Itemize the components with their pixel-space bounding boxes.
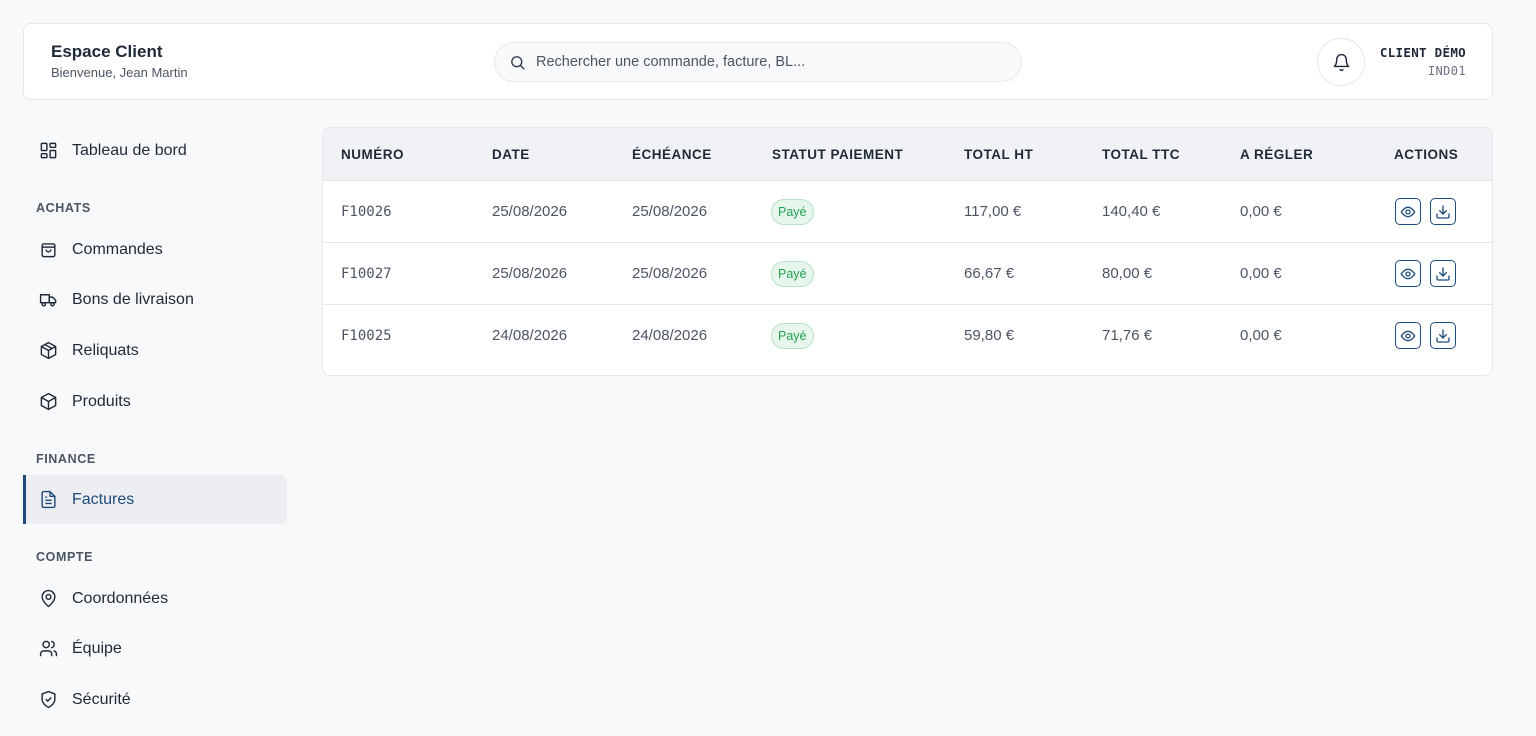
shopping-bag-icon: [41, 243, 56, 258]
bell-icon: [1333, 53, 1349, 71]
invoice-number: F10025: [341, 328, 392, 344]
sidebar-item-bons-livraison[interactable]: Bons de livraison: [23, 275, 287, 324]
sidebar-item-factures[interactable]: Factures: [23, 475, 287, 524]
invoice-due-date: 24/08/2026: [632, 327, 708, 344]
download-icon: [1436, 266, 1450, 281]
column-header-statut[interactable]: STATUT PAIEMENT: [772, 147, 903, 162]
sidebar-item-produits[interactable]: Produits: [23, 377, 287, 426]
total-ttc: 80,00 €: [1102, 265, 1153, 282]
column-header-total-ttc[interactable]: TOTAL TTC: [1102, 147, 1180, 162]
table-row[interactable]: F10025 24/08/2026 24/08/2026 Payé 59,80 …: [323, 305, 1492, 367]
column-header-date[interactable]: DATE: [492, 147, 530, 162]
sidebar-item-equipe[interactable]: Équipe: [23, 624, 287, 673]
total-ttc: 140,40 €: [1102, 203, 1161, 220]
section-label-achats: ACHATS: [36, 201, 91, 215]
download-button[interactable]: [1430, 198, 1456, 225]
view-button[interactable]: [1395, 322, 1421, 349]
invoice-date: 25/08/2026: [492, 203, 568, 220]
eye-icon: [1400, 330, 1416, 341]
sidebar-item-label: Tableau de bord: [72, 141, 187, 159]
brand: Espace Client Bienvenue, Jean Martin: [51, 42, 188, 80]
amount-due: 0,00 €: [1240, 327, 1282, 344]
sidebar-item-dashboard[interactable]: Tableau de bord: [23, 126, 287, 175]
notifications-button[interactable]: [1317, 38, 1365, 86]
top-header: Espace Client Bienvenue, Jean Martin CLI…: [23, 23, 1493, 100]
table-row[interactable]: F10026 25/08/2026 25/08/2026 Payé 117,00…: [323, 181, 1492, 243]
sidebar-item-label: Reliquats: [72, 341, 139, 359]
client-info[interactable]: CLIENT DÉMO IND01: [1380, 45, 1466, 78]
welcome-text: Bienvenue, Jean Martin: [51, 65, 188, 80]
invoices-table: NUMÉRO DATE ÉCHÉANCE STATUT PAIEMENT TOT…: [322, 127, 1493, 376]
view-button[interactable]: [1395, 198, 1421, 225]
total-ht: 59,80 €: [964, 327, 1015, 344]
amount-due: 0,00 €: [1240, 203, 1282, 220]
column-header-total-ht[interactable]: TOTAL HT: [964, 147, 1033, 162]
status-badge: Payé: [771, 199, 814, 225]
download-icon: [1436, 204, 1450, 219]
search-bar[interactable]: [494, 42, 1022, 82]
table-header: NUMÉRO DATE ÉCHÉANCE STATUT PAIEMENT TOT…: [323, 128, 1492, 181]
sidebar-item-label: Équipe: [72, 639, 122, 657]
app-title: Espace Client: [51, 42, 163, 61]
map-pin-icon: [41, 589, 56, 608]
column-header-echeance[interactable]: ÉCHÉANCE: [632, 147, 712, 162]
total-ht: 117,00 €: [964, 203, 1022, 220]
invoice-date: 24/08/2026: [492, 327, 568, 344]
column-header-a-regler[interactable]: A RÉGLER: [1240, 147, 1313, 162]
amount-due: 0,00 €: [1240, 265, 1282, 282]
sidebar-item-label: Sécurité: [72, 690, 131, 708]
total-ttc: 71,76 €: [1102, 327, 1153, 344]
column-header-actions: ACTIONS: [1394, 147, 1459, 162]
file-text-icon: [41, 490, 56, 509]
sidebar-item-label: Coordonnées: [72, 589, 169, 607]
shield-check-icon: [41, 690, 56, 709]
users-icon: [39, 640, 58, 657]
eye-icon: [1400, 268, 1416, 279]
invoice-due-date: 25/08/2026: [632, 265, 708, 282]
sidebar-item-label: Commandes: [72, 240, 163, 258]
search-icon: [511, 55, 525, 70]
truck-icon: [39, 294, 57, 307]
sidebar-item-label: Factures: [72, 490, 135, 508]
invoice-number: F10026: [341, 204, 392, 220]
client-name: CLIENT DÉMO: [1379, 45, 1466, 60]
download-button[interactable]: [1430, 322, 1456, 349]
sidebar-item-commandes[interactable]: Commandes: [23, 225, 287, 274]
sidebar-item-label: Produits: [72, 392, 131, 410]
eye-icon: [1400, 206, 1416, 217]
sidebar-item-coordonnees[interactable]: Coordonnées: [23, 574, 287, 623]
search-input[interactable]: [536, 54, 996, 70]
view-button[interactable]: [1395, 260, 1421, 287]
download-icon: [1436, 328, 1450, 343]
invoice-number: F10027: [341, 266, 392, 282]
total-ht: 66,67 €: [964, 265, 1015, 282]
sidebar-item-securite[interactable]: Sécurité: [23, 675, 287, 724]
section-label-finance: FINANCE: [36, 452, 96, 466]
boxes-icon: [40, 341, 57, 360]
sidebar-item-label: Bons de livraison: [72, 290, 194, 308]
client-code: IND01: [1427, 64, 1466, 78]
dashboard-icon: [40, 142, 57, 159]
invoice-date: 25/08/2026: [492, 265, 568, 282]
section-label-compte: COMPTE: [36, 550, 94, 564]
sidebar-item-reliquats[interactable]: Reliquats: [23, 326, 287, 375]
status-badge: Payé: [771, 261, 814, 287]
invoice-due-date: 25/08/2026: [632, 203, 708, 220]
download-button[interactable]: [1430, 260, 1456, 287]
column-header-numero[interactable]: NUMÉRO: [341, 147, 404, 162]
package-icon: [40, 392, 57, 411]
table-row[interactable]: F10027 25/08/2026 25/08/2026 Payé 66,67 …: [323, 243, 1492, 305]
status-badge: Payé: [771, 323, 814, 349]
